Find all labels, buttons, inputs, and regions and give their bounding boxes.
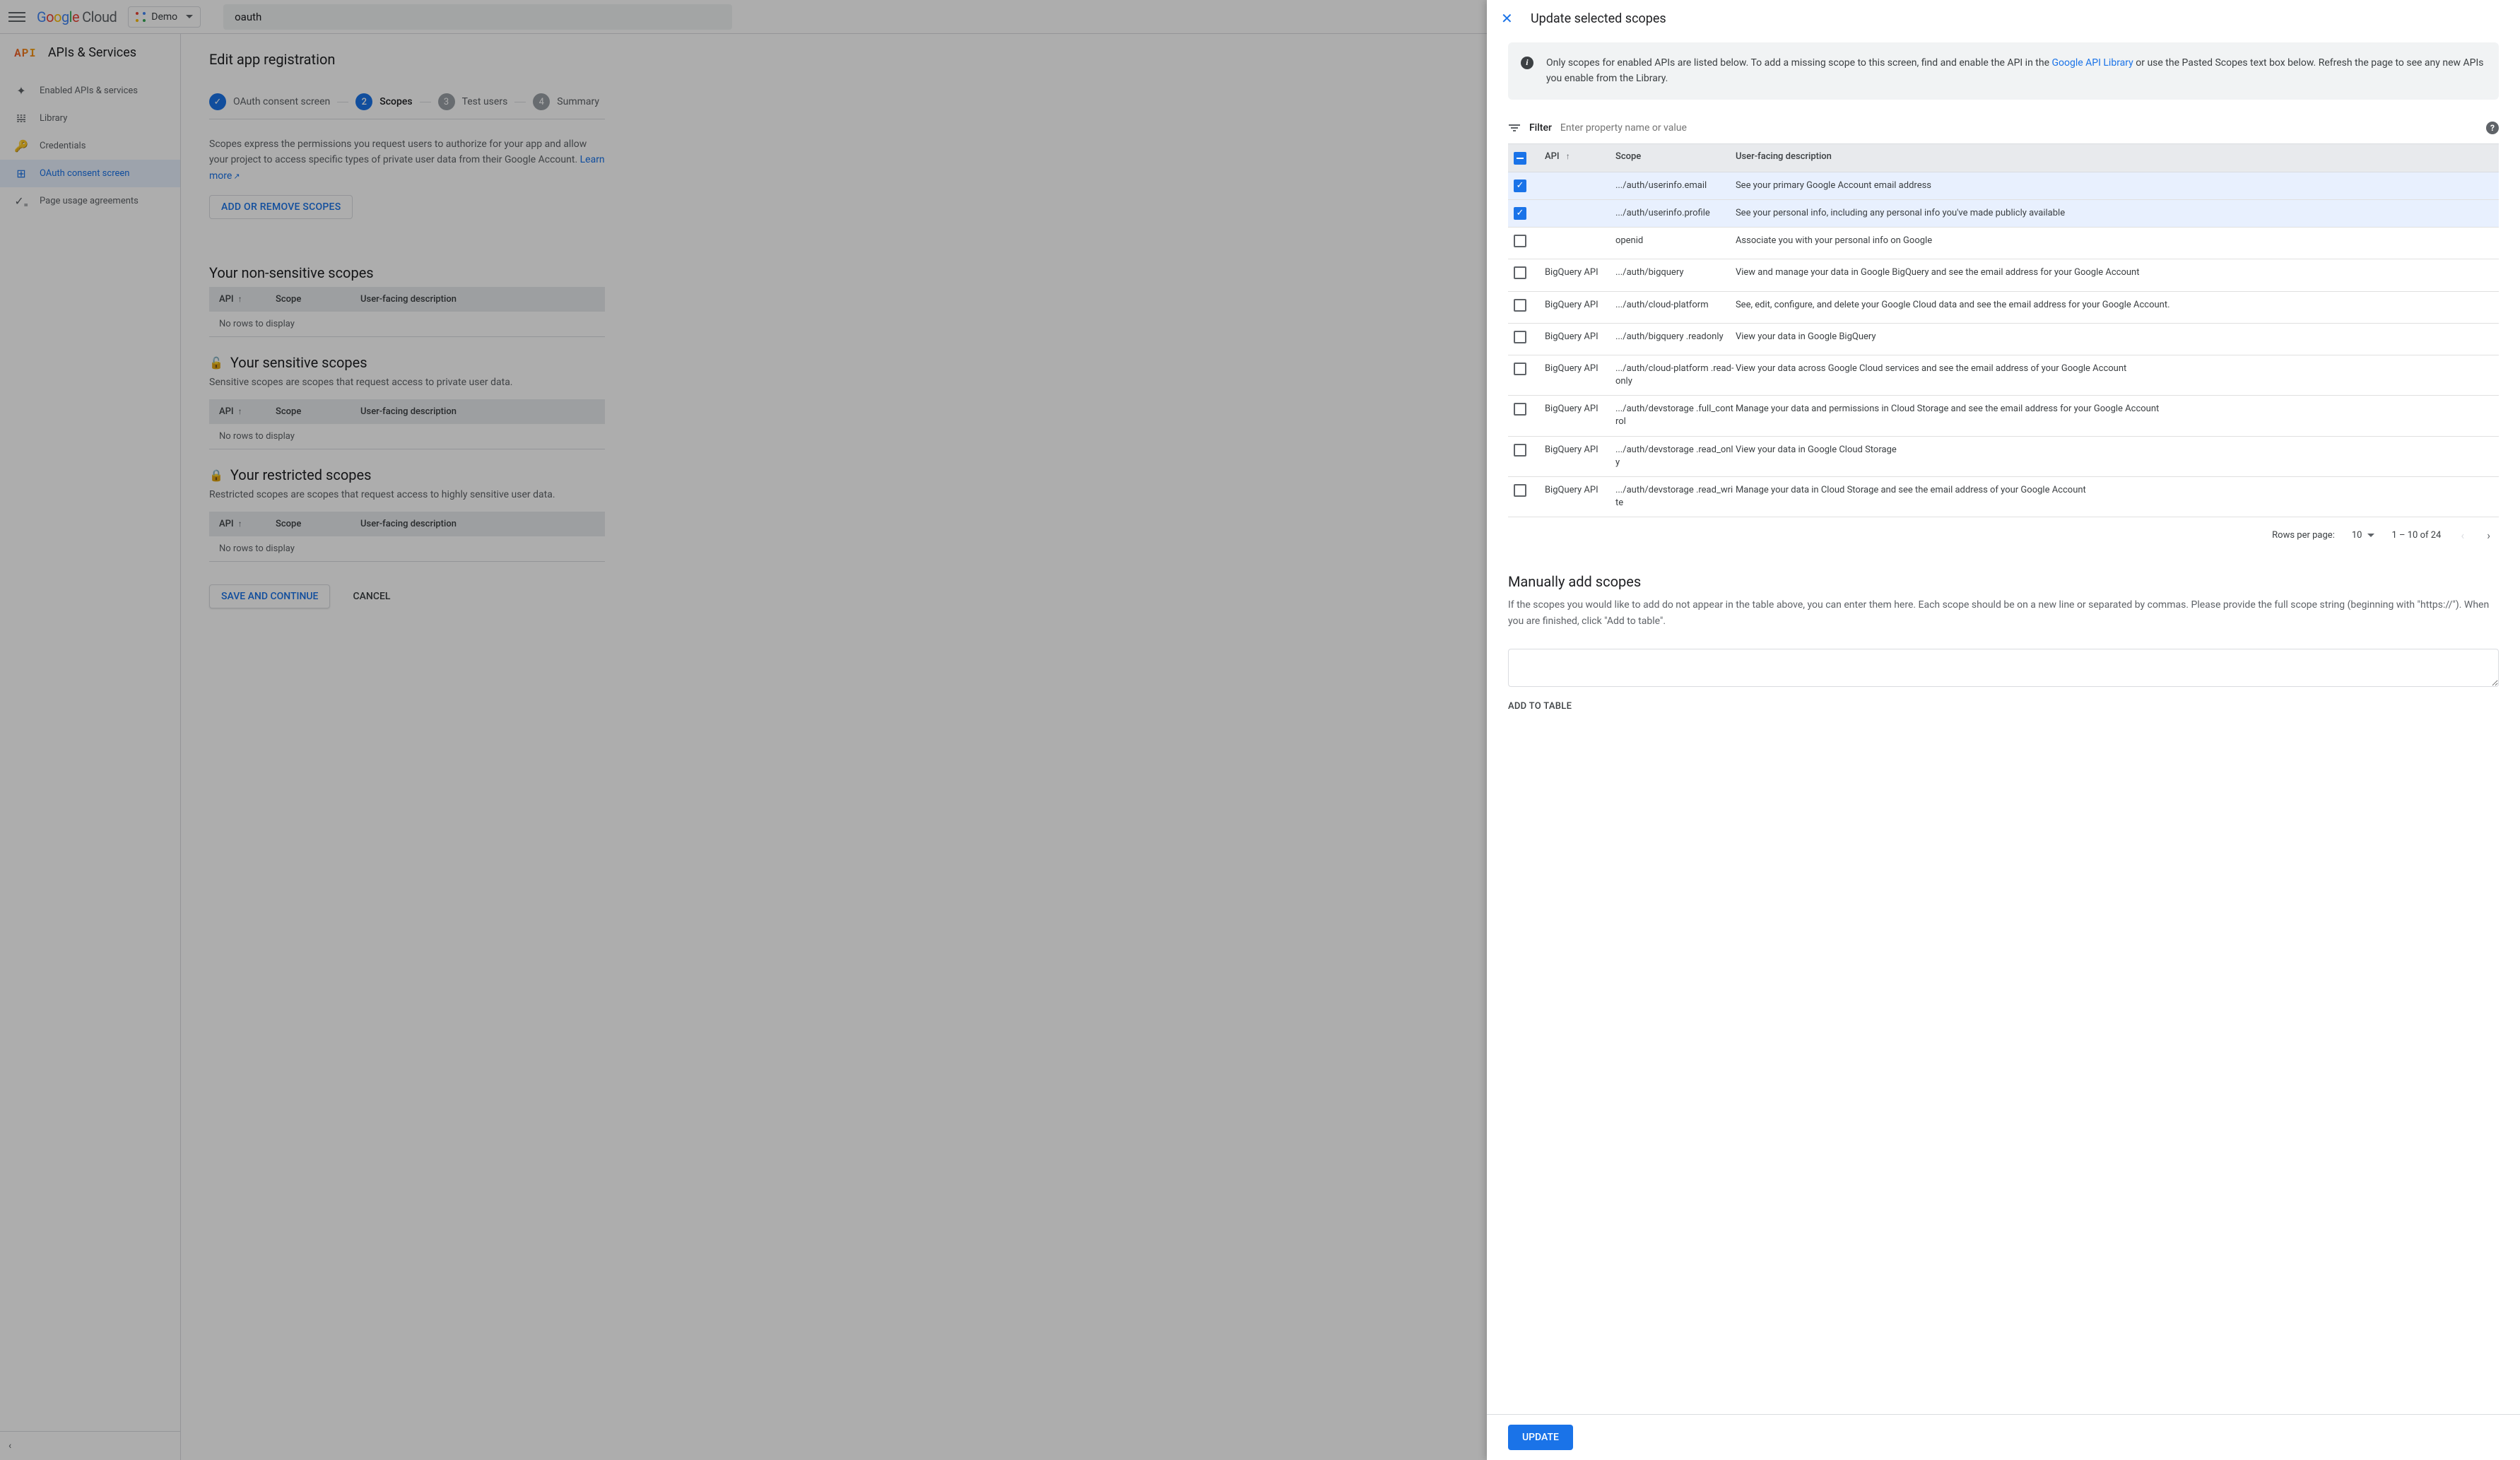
update-button[interactable]: UPDATE — [1508, 1425, 1573, 1450]
scope-api: BigQuery API — [1545, 363, 1615, 375]
scope-api: BigQuery API — [1545, 299, 1615, 312]
scope-checkbox[interactable] — [1514, 444, 1526, 457]
scope-path: .../auth/cloud-platform .read-only — [1615, 363, 1736, 388]
scope-checkbox[interactable] — [1514, 299, 1526, 312]
scope-path: .../auth/devstorage .read_only — [1615, 444, 1736, 469]
scope-checkbox[interactable] — [1514, 235, 1526, 247]
scope-row: BigQuery API .../auth/cloud-platform See… — [1508, 292, 2499, 324]
info-banner: i Only scopes for enabled APIs are liste… — [1508, 42, 2499, 100]
filter-label: Filter — [1529, 122, 1552, 134]
scope-row: .../auth/userinfo.profile See your perso… — [1508, 200, 2499, 228]
scope-row: BigQuery API .../auth/devstorage .full_c… — [1508, 396, 2499, 436]
sort-up-icon: ↑ — [1566, 151, 1570, 161]
scope-checkbox[interactable] — [1514, 363, 1526, 375]
select-all-checkbox[interactable] — [1514, 152, 1526, 165]
info-text-pre: Only scopes for enabled APIs are listed … — [1546, 57, 2052, 69]
close-icon[interactable]: ✕ — [1501, 10, 1517, 27]
scope-desc: See your personal info, including any pe… — [1736, 207, 2493, 220]
col-scope[interactable]: Scope — [1615, 151, 1736, 165]
info-icon: i — [1521, 57, 1533, 69]
filter-icon[interactable] — [1508, 124, 1521, 131]
scope-row: openid Associate you with your personal … — [1508, 228, 2499, 259]
add-to-table-button[interactable]: ADD TO TABLE — [1508, 701, 1572, 712]
scope-api: BigQuery API — [1545, 484, 1615, 497]
next-page-button[interactable]: › — [2484, 526, 2493, 545]
scope-row: BigQuery API .../auth/cloud-platform .re… — [1508, 355, 2499, 396]
rows-per-page-label: Rows per page: — [2272, 530, 2335, 541]
scope-checkbox[interactable] — [1514, 179, 1526, 192]
scope-row: BigQuery API .../auth/bigquery .readonly… — [1508, 324, 2499, 355]
scope-api: BigQuery API — [1545, 331, 1615, 343]
scope-desc: View your data across Google Cloud servi… — [1736, 363, 2493, 375]
scope-api: BigQuery API — [1545, 444, 1615, 457]
filter-input[interactable] — [1560, 118, 2478, 138]
scope-desc: Associate you with your personal info on… — [1736, 235, 2493, 247]
panel-title: Update selected scopes — [1531, 11, 1666, 26]
scope-row: BigQuery API .../auth/devstorage .read_w… — [1508, 477, 2499, 517]
scope-checkbox[interactable] — [1514, 403, 1526, 416]
scope-checkbox[interactable] — [1514, 331, 1526, 343]
scope-path: .../auth/devstorage .full_control — [1615, 403, 1736, 428]
scopes-table: API ↑ Scope User-facing description .../… — [1508, 143, 2499, 518]
scope-row: BigQuery API .../auth/devstorage .read_o… — [1508, 437, 2499, 477]
scope-path: .../auth/bigquery .readonly — [1615, 331, 1736, 343]
scope-desc: View your data in Google BigQuery — [1736, 331, 2493, 343]
scope-api: BigQuery API — [1545, 403, 1615, 416]
scope-path: openid — [1615, 235, 1736, 247]
help-icon[interactable]: ? — [2486, 122, 2499, 134]
scope-desc: See your primary Google Account email ad… — [1736, 179, 2493, 192]
scope-path: .../auth/devstorage .read_write — [1615, 484, 1736, 510]
scope-desc: Manage your data in Cloud Storage and se… — [1736, 484, 2493, 497]
scope-desc: View and manage your data in Google BigQ… — [1736, 266, 2493, 279]
scope-path: .../auth/bigquery — [1615, 266, 1736, 279]
page-range: 1 – 10 of 24 — [2391, 530, 2441, 541]
scope-checkbox[interactable] — [1514, 484, 1526, 497]
scope-api: BigQuery API — [1545, 266, 1615, 279]
manual-add-heading: Manually add scopes — [1508, 573, 2499, 590]
scope-path: .../auth/cloud-platform — [1615, 299, 1736, 312]
prev-page-button[interactable]: ‹ — [2458, 526, 2467, 545]
manual-scopes-textarea[interactable] — [1508, 649, 2499, 687]
scope-desc: See, edit, configure, and delete your Go… — [1736, 299, 2493, 312]
scope-desc: Manage your data and permissions in Clou… — [1736, 403, 2493, 416]
scope-desc: View your data in Google Cloud Storage — [1736, 444, 2493, 457]
scope-checkbox[interactable] — [1514, 207, 1526, 220]
scope-row: BigQuery API .../auth/bigquery View and … — [1508, 259, 2499, 291]
scope-path: .../auth/userinfo.email — [1615, 179, 1736, 192]
scope-path: .../auth/userinfo.profile — [1615, 207, 1736, 220]
api-library-link[interactable]: Google API Library — [2051, 57, 2133, 69]
scopes-side-panel: ✕ Update selected scopes i Only scopes f… — [1487, 0, 2520, 1460]
scope-row: .../auth/userinfo.email See your primary… — [1508, 172, 2499, 200]
rows-per-page-select[interactable]: 10 — [2352, 530, 2375, 541]
col-api[interactable]: API ↑ — [1545, 151, 1615, 165]
scope-checkbox[interactable] — [1514, 266, 1526, 279]
manual-add-desc: If the scopes you would like to add do n… — [1508, 597, 2499, 629]
table-pager: Rows per page: 10 1 – 10 of 24 ‹ › — [1508, 517, 2499, 553]
caret-down-icon — [2367, 534, 2374, 537]
col-desc[interactable]: User-facing description — [1736, 151, 2493, 165]
